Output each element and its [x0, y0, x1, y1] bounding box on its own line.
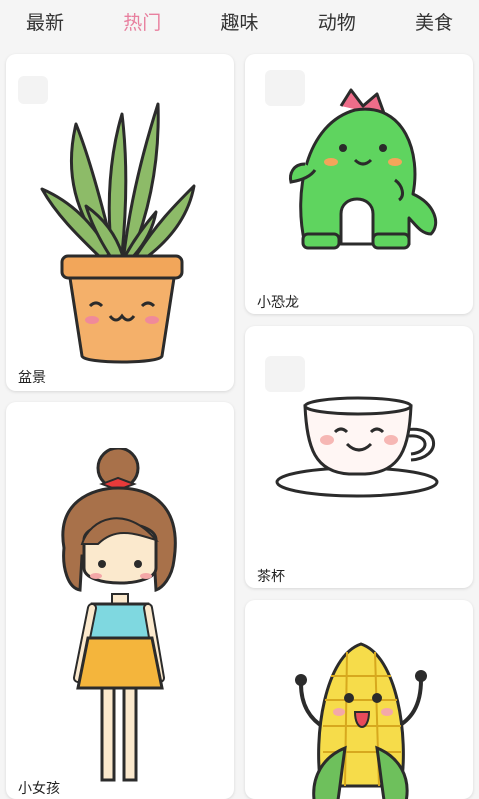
card-title: 盆景: [18, 370, 46, 386]
category-tabs: 最新 热门 趣味 动物 美食: [0, 0, 479, 46]
tab-animals[interactable]: 动物: [318, 8, 356, 35]
placeholder-shape: [265, 356, 305, 392]
teacup-icon: [275, 396, 439, 498]
tab-popular[interactable]: 热门: [123, 8, 161, 35]
card-title: 小恐龙: [257, 295, 299, 311]
card-title: 茶杯: [257, 569, 285, 585]
tab-food[interactable]: 美食: [415, 8, 453, 35]
card-little-girl[interactable]: 小女孩: [6, 402, 234, 799]
card-teacup[interactable]: 茶杯: [245, 326, 473, 588]
app-screen: 最新 热门 趣味 动物 美食 盆景 小恐龙 茶杯 小女孩: [0, 0, 479, 799]
card-title: 小女孩: [18, 781, 60, 797]
card-potted-plant[interactable]: 盆景: [6, 54, 234, 391]
tab-fun[interactable]: 趣味: [220, 8, 258, 35]
card-dinosaur[interactable]: 小恐龙: [245, 54, 473, 314]
little-girl-icon: [61, 448, 177, 782]
green-dinosaur-icon: [289, 88, 437, 250]
corn-icon: [295, 642, 427, 799]
potted-succulent-icon: [40, 102, 196, 364]
tab-latest[interactable]: 最新: [26, 8, 64, 35]
card-corn[interactable]: [245, 600, 473, 799]
